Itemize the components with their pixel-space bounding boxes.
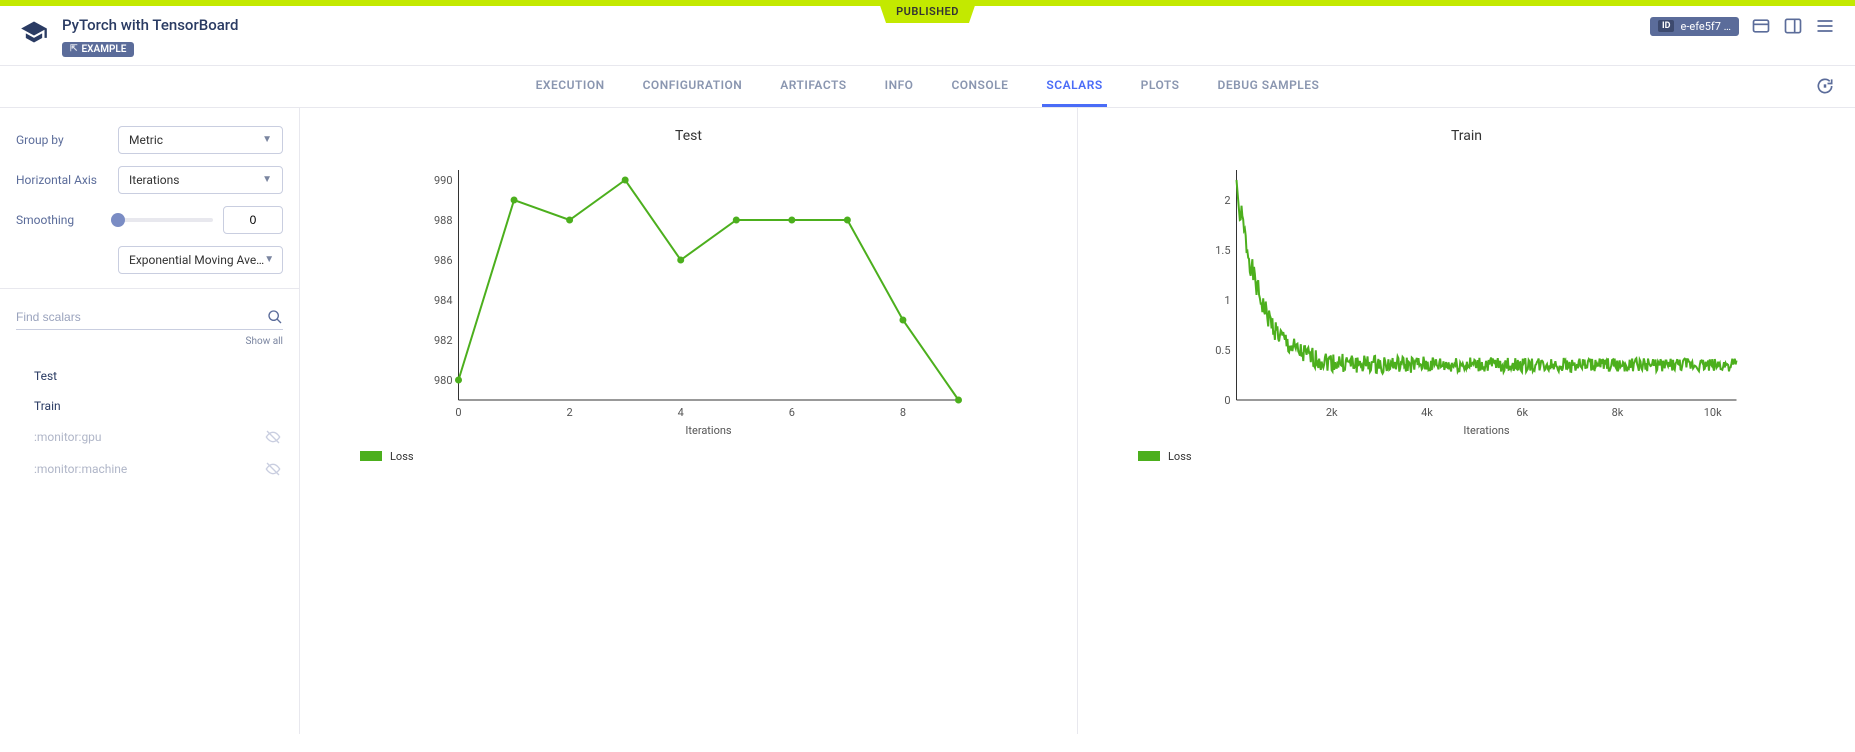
svg-text:6k: 6k — [1516, 406, 1528, 419]
svg-text:2k: 2k — [1326, 406, 1338, 419]
legend-label: Loss — [1168, 450, 1192, 463]
legend-label: Loss — [390, 450, 414, 463]
tab-configuration[interactable]: CONFIGURATION — [639, 66, 747, 107]
smoothing-method-value: Exponential Moving Ave… — [129, 253, 264, 267]
eye-off-icon[interactable] — [265, 429, 281, 445]
svg-text:1: 1 — [1224, 294, 1230, 307]
status-banner: PUBLISHED — [878, 0, 977, 23]
scalar-item[interactable]: Test — [16, 361, 283, 391]
smoothing-label: Smoothing — [16, 213, 108, 227]
chart-panel: Train 0 0.5 1 1.5 2 2k 4k 6k 8k 10k Iterations Lo… — [1078, 108, 1855, 734]
chart-title: Test — [320, 128, 1057, 144]
svg-text:984: 984 — [434, 294, 453, 307]
scalar-name: Test — [34, 369, 57, 383]
caret-down-icon: ▼ — [262, 174, 272, 185]
svg-text:0: 0 — [1224, 394, 1230, 407]
svg-text:1.5: 1.5 — [1215, 244, 1230, 257]
svg-text:6: 6 — [789, 406, 795, 419]
scalar-item[interactable]: Train — [16, 391, 283, 421]
svg-text:8k: 8k — [1612, 406, 1624, 419]
svg-text:988: 988 — [434, 214, 453, 227]
svg-text:10k: 10k — [1704, 406, 1722, 419]
tab-plots[interactable]: PLOTS — [1137, 66, 1184, 107]
search-input[interactable] — [16, 310, 267, 324]
svg-text:982: 982 — [434, 334, 453, 347]
smoothing-slider[interactable] — [118, 218, 213, 222]
details-panel-icon[interactable] — [1751, 16, 1771, 36]
compare-layout-icon[interactable] — [1783, 16, 1803, 36]
id-label: ID — [1658, 20, 1674, 32]
show-all-link[interactable]: Show all — [16, 336, 283, 347]
legend-swatch — [360, 451, 382, 461]
graduation-cap-icon — [20, 18, 48, 46]
chart-panel: Test 98098298498698899002468 Iterations … — [300, 108, 1078, 734]
svg-text:986: 986 — [434, 254, 453, 267]
eye-off-icon[interactable] — [265, 461, 281, 477]
chart-legend[interactable]: Loss — [360, 450, 1057, 463]
tab-artifacts[interactable]: ARTIFACTS — [776, 66, 850, 107]
svg-text:4k: 4k — [1421, 406, 1433, 419]
group-by-value: Metric — [129, 133, 163, 147]
menu-icon[interactable] — [1815, 16, 1835, 36]
caret-down-icon: ▼ — [264, 254, 274, 265]
legend-swatch — [1138, 451, 1160, 461]
scalar-name: :monitor:machine — [34, 462, 127, 476]
svg-text:2: 2 — [1224, 194, 1230, 207]
scalar-item[interactable]: :monitor:gpu — [16, 421, 283, 453]
chart-legend[interactable]: Loss — [1138, 450, 1835, 463]
horizontal-axis-select[interactable]: Iterations ▼ — [118, 166, 283, 194]
experiment-id-chip[interactable]: ID e-efe5f7 … — [1650, 17, 1739, 36]
svg-text:2: 2 — [567, 406, 573, 419]
tab-info[interactable]: INFO — [881, 66, 918, 107]
svg-text:Iterations: Iterations — [1463, 424, 1510, 437]
svg-text:Iterations: Iterations — [685, 424, 732, 437]
slider-thumb[interactable] — [111, 213, 125, 227]
search-icon[interactable] — [267, 309, 283, 325]
svg-text:8: 8 — [900, 406, 906, 419]
group-by-label: Group by — [16, 133, 108, 147]
refresh-icon[interactable] — [1815, 76, 1835, 96]
horizontal-axis-label: Horizontal Axis — [16, 173, 108, 187]
page-title: PyTorch with TensorBoard — [62, 16, 238, 34]
example-badge: EXAMPLE — [62, 42, 134, 57]
sidebar: Group by Metric ▼ Horizontal Axis Iterat… — [0, 108, 300, 734]
tab-debug-samples[interactable]: DEBUG SAMPLES — [1214, 66, 1324, 107]
scalar-name: Train — [34, 399, 61, 413]
scalar-item[interactable]: :monitor:machine — [16, 453, 283, 485]
tab-execution[interactable]: EXECUTION — [532, 66, 609, 107]
id-value: e-efe5f7 … — [1680, 20, 1731, 33]
svg-text:4: 4 — [678, 406, 684, 419]
horizontal-axis-value: Iterations — [129, 173, 179, 187]
chart-title: Train — [1098, 128, 1835, 144]
tab-scalars[interactable]: SCALARS — [1042, 66, 1106, 107]
svg-text:980: 980 — [434, 374, 453, 387]
svg-text:990: 990 — [434, 174, 453, 187]
smoothing-input[interactable] — [223, 206, 283, 234]
svg-text:0.5: 0.5 — [1215, 344, 1230, 357]
caret-down-icon: ▼ — [262, 134, 272, 145]
group-by-select[interactable]: Metric ▼ — [118, 126, 283, 154]
svg-text:0: 0 — [455, 406, 461, 419]
smoothing-method-select[interactable]: Exponential Moving Ave… ▼ — [118, 246, 283, 274]
scalar-name: :monitor:gpu — [34, 430, 102, 444]
tab-console[interactable]: CONSOLE — [947, 66, 1012, 107]
